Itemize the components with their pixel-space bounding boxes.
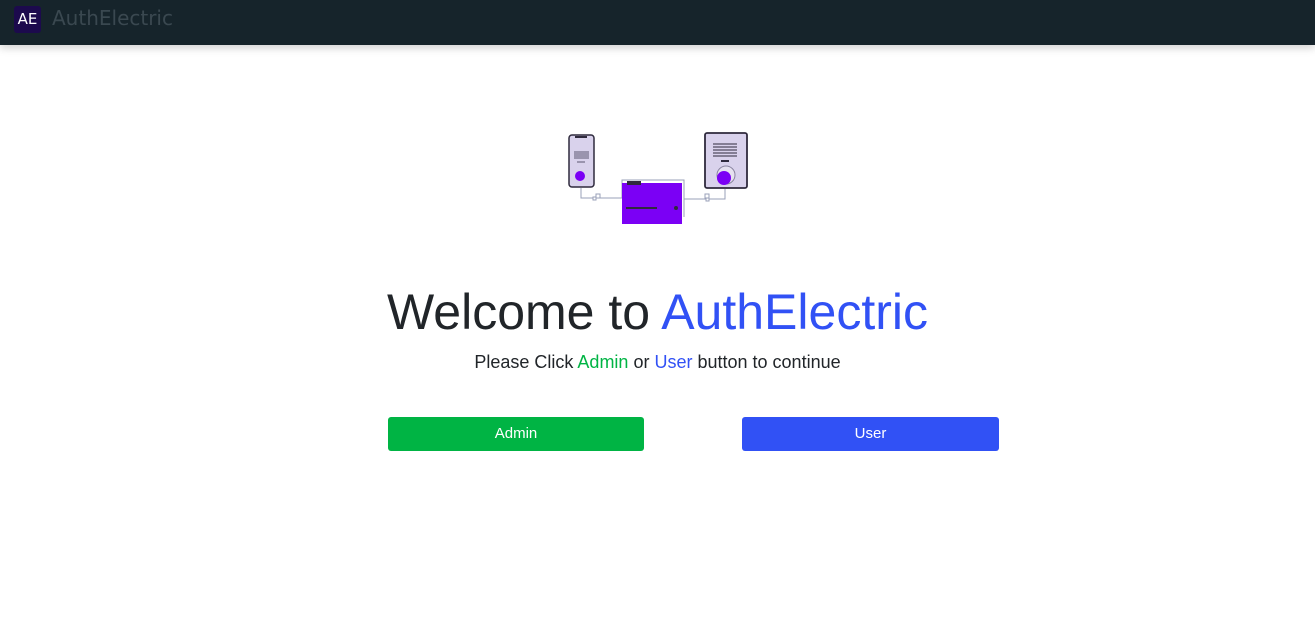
brand-logo[interactable]: AE (14, 6, 41, 33)
welcome-heading: Welcome to AuthElectric (0, 282, 1315, 342)
admin-button[interactable]: Admin (388, 417, 644, 451)
subtitle-user: User (654, 352, 693, 372)
subtitle-admin: Admin (577, 352, 629, 372)
subtitle-suffix: button to continue (692, 352, 841, 372)
subtitle-or: or (628, 352, 655, 372)
subtitle-prefix: Please Click (474, 352, 578, 372)
brand-name[interactable]: AuthElectric (52, 6, 173, 30)
devices-connected-illustration (568, 132, 748, 224)
welcome-prefix: Welcome to (387, 284, 662, 340)
instructions-text: Please Click Admin or User button to con… (0, 351, 1315, 373)
tablet-device-icon (704, 132, 748, 189)
welcome-brand: AuthElectric (661, 284, 928, 340)
user-button[interactable]: User (742, 417, 999, 451)
folder-device-icon (622, 181, 682, 224)
phone-device-icon (568, 134, 595, 188)
top-navbar: AE AuthElectric (0, 0, 1315, 45)
